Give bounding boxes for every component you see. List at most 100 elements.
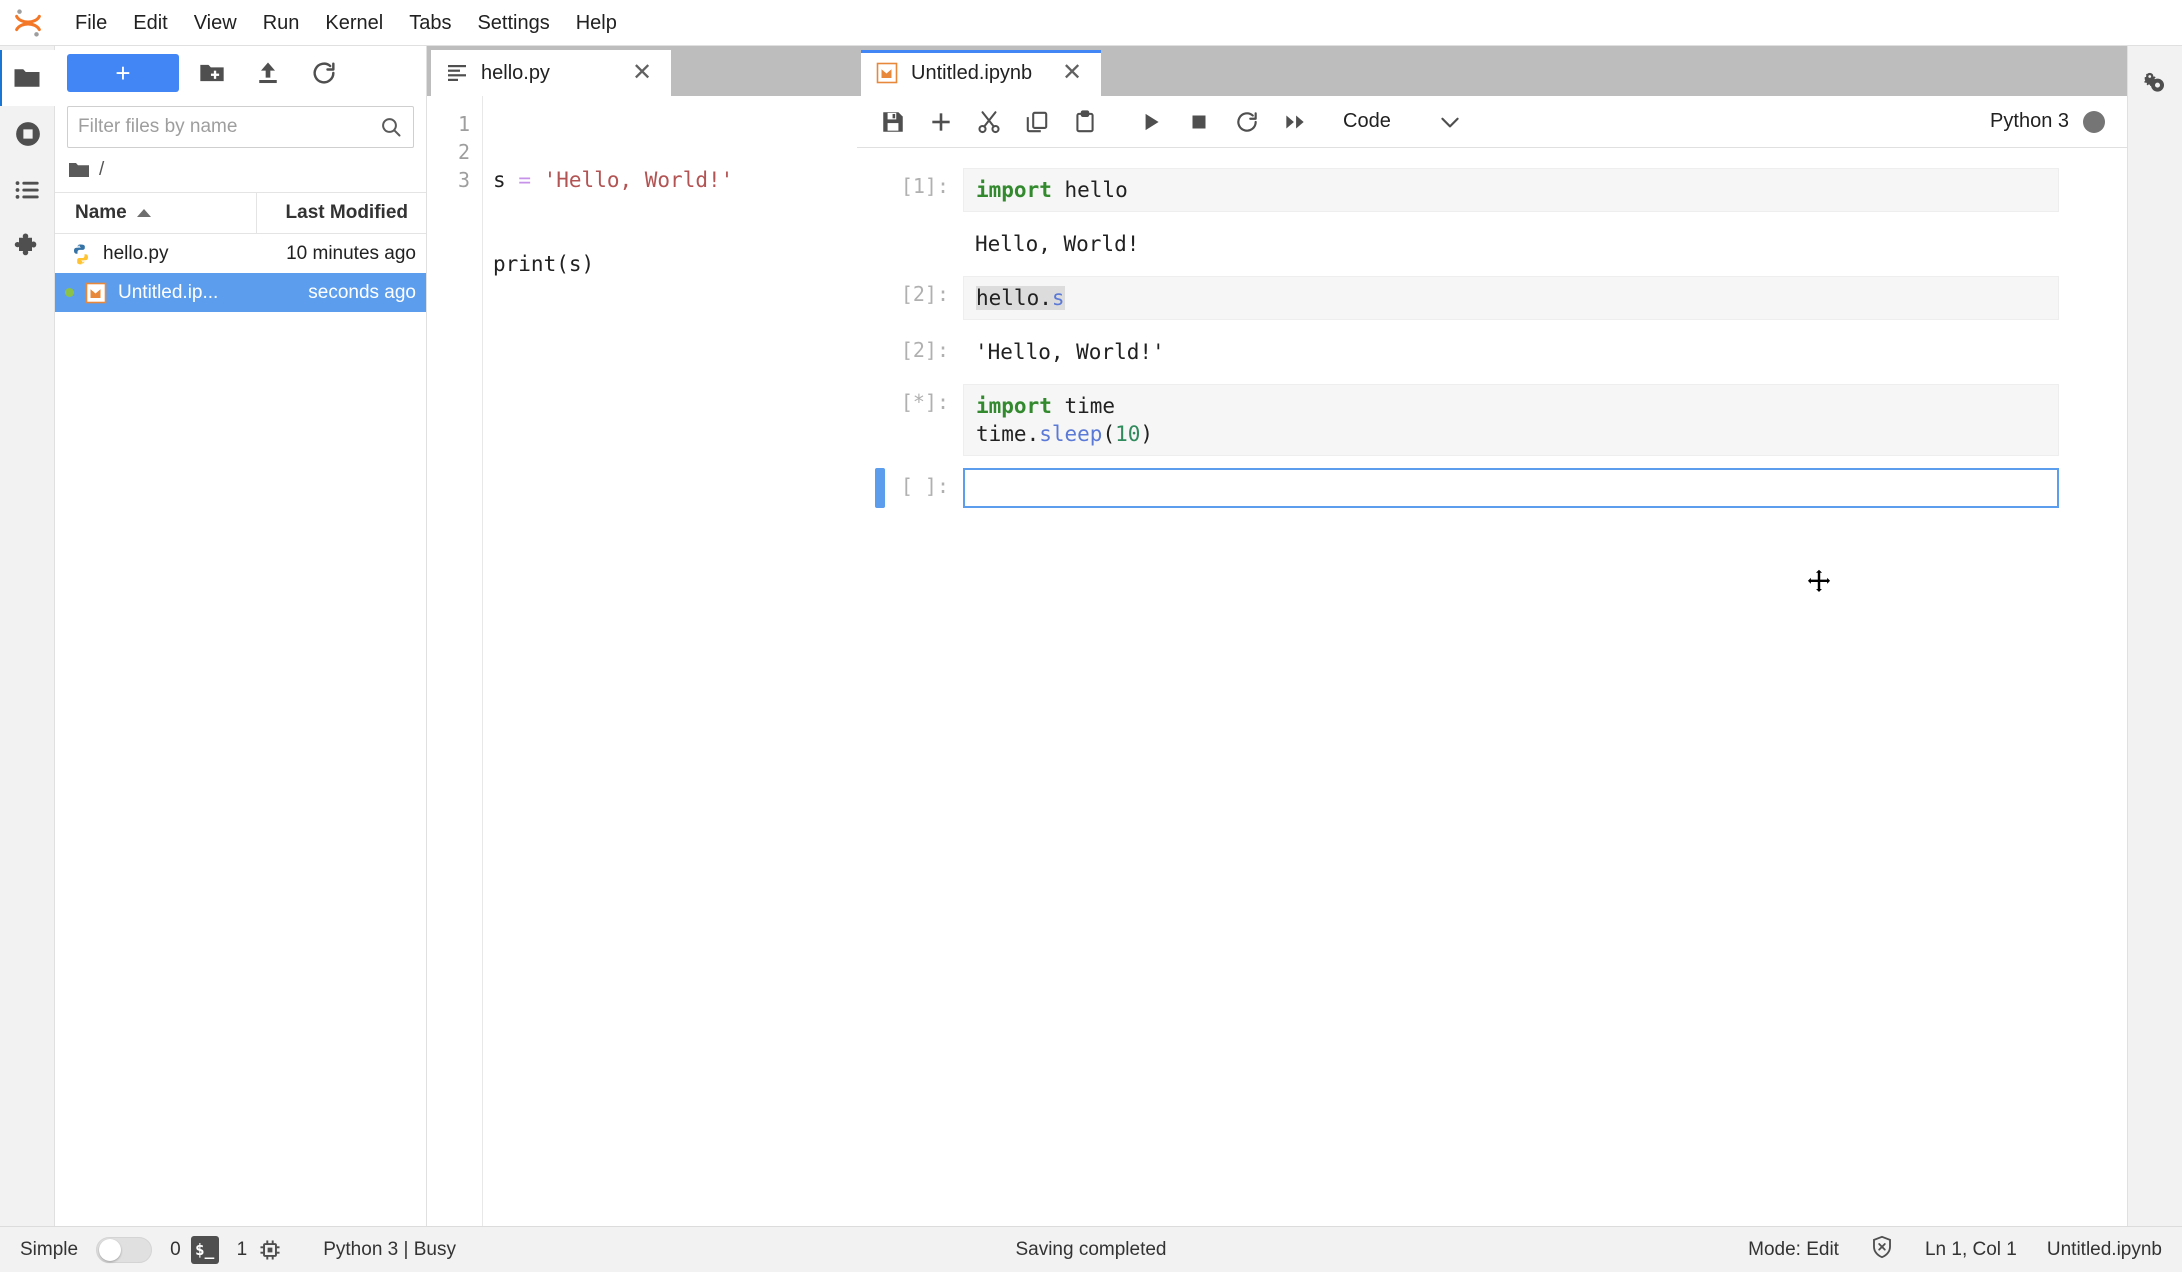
play-icon xyxy=(1138,109,1164,135)
mouse-cursor-move-icon xyxy=(1805,568,1833,596)
notebook-cells-area[interactable]: [1]: import hello Hello, World! [2]: xyxy=(857,148,2127,1226)
column-header-last-modified[interactable]: Last Modified xyxy=(256,193,416,233)
cut-cells-button[interactable] xyxy=(967,102,1011,142)
kernel-busy-dot[interactable] xyxy=(2083,111,2105,133)
sidebar-item-running[interactable] xyxy=(0,106,55,162)
output-prompt xyxy=(885,224,963,264)
kernel-indicator[interactable]: Python 3 xyxy=(1990,110,2113,133)
file-modified: 10 minutes ago xyxy=(246,243,416,265)
file-list-empty-space xyxy=(55,312,426,1226)
left-activity-bar xyxy=(0,46,55,1226)
jupyter-logo-icon xyxy=(8,3,48,43)
menu-edit[interactable]: Edit xyxy=(120,7,180,39)
right-activity-bar xyxy=(2127,46,2182,1226)
paste-cells-button[interactable] xyxy=(1063,102,1107,142)
file-browser-toolbar: + xyxy=(55,46,426,100)
notebook-toolbar: Code Python 3 xyxy=(857,96,2127,148)
breadcrumb-path[interactable]: / xyxy=(99,159,104,181)
menu-tabs[interactable]: Tabs xyxy=(396,7,464,39)
selected-text: hello. xyxy=(976,286,1052,310)
cell-input-editor-active[interactable] xyxy=(963,468,2059,508)
line-number: 2 xyxy=(427,138,470,166)
cell-prompt: [ ]: xyxy=(885,468,963,508)
notebook-body-wrap: Code Python 3 xyxy=(857,96,2127,1226)
number-token: 10 xyxy=(1115,422,1140,446)
editor-code-content[interactable]: s = 'Hello, World!' print(s) xyxy=(483,96,857,1226)
upload-button[interactable] xyxy=(245,54,291,92)
restart-kernel-button[interactable] xyxy=(1225,102,1269,142)
sidebar-item-commands[interactable] xyxy=(0,162,55,218)
new-folder-button[interactable] xyxy=(189,54,235,92)
status-bar-inner: Simple 0 $_ 1 Pyt xyxy=(20,1234,2162,1266)
kernel-status-text[interactable]: Python 3 | Busy xyxy=(323,1239,456,1261)
terminals-status[interactable]: 0 $_ xyxy=(170,1236,219,1264)
notebook-cell[interactable]: [1]: import hello xyxy=(857,162,2127,218)
cell-input-editor[interactable]: hello.s xyxy=(963,276,2059,320)
kernels-status[interactable]: 1 xyxy=(237,1237,284,1263)
line-number: 3 xyxy=(427,166,470,194)
menu-settings[interactable]: Settings xyxy=(464,7,562,39)
restart-icon xyxy=(1234,109,1260,135)
list-item[interactable]: hello.py 10 minutes ago xyxy=(55,234,426,273)
plus-icon xyxy=(928,109,954,135)
close-icon[interactable]: ✕ xyxy=(1059,60,1085,86)
code-editor[interactable]: 1 2 3 s = 'Hello, World!' print(s) xyxy=(427,96,857,1226)
cell-active-marker xyxy=(875,224,885,264)
menu-kernel[interactable]: Kernel xyxy=(312,7,396,39)
cell-prompt: [*]: xyxy=(885,384,963,456)
puzzle-piece-icon xyxy=(13,231,43,261)
search-input[interactable] xyxy=(78,116,379,138)
code-line-2: print(s) xyxy=(493,250,857,278)
simple-mode-toggle[interactable] xyxy=(96,1237,152,1263)
cursor-position[interactable]: Ln 1, Col 1 xyxy=(1925,1239,2017,1261)
commands-list-icon xyxy=(13,175,43,205)
cell-active-marker xyxy=(875,332,885,372)
run-cell-button[interactable] xyxy=(1129,102,1173,142)
close-icon[interactable]: ✕ xyxy=(629,60,655,86)
notebook-cell-active[interactable]: [ ]: xyxy=(857,462,2127,514)
interrupt-kernel-button[interactable] xyxy=(1177,102,1221,142)
new-launcher-button[interactable]: + xyxy=(67,54,179,92)
breadcrumb[interactable]: / xyxy=(55,148,426,192)
kernel-name: Python 3 xyxy=(1990,110,2069,133)
tab-hello-py[interactable]: hello.py ✕ xyxy=(431,50,671,96)
python-file-icon xyxy=(69,242,93,266)
menu-help[interactable]: Help xyxy=(563,7,630,39)
folder-icon xyxy=(67,158,91,182)
tab-untitled-ipynb[interactable]: Untitled.ipynb ✕ xyxy=(861,50,1101,96)
menu-file[interactable]: File xyxy=(62,7,120,39)
execute-result-output: 'Hello, World!' xyxy=(963,332,2059,372)
main-body: + xyxy=(0,46,2182,1226)
args-token: (s) xyxy=(556,252,594,276)
no-lsp-shield-icon[interactable] xyxy=(1869,1234,1895,1266)
cell-input-editor[interactable]: import time time.sleep(10) xyxy=(963,384,2059,456)
menu-view[interactable]: View xyxy=(181,7,250,39)
menu-run[interactable]: Run xyxy=(250,7,313,39)
cell-input-editor[interactable]: import hello xyxy=(963,168,2059,212)
notebook-cell[interactable]: [2]: hello.s xyxy=(857,270,2127,326)
list-item[interactable]: Untitled.ip... seconds ago xyxy=(55,273,426,312)
save-button[interactable] xyxy=(871,102,915,142)
insert-cell-button[interactable] xyxy=(919,102,963,142)
editor-panel: hello.py ✕ 1 2 3 s = 'Hello, World!' pr xyxy=(427,46,857,1226)
cell-type-dropdown[interactable]: Code xyxy=(1335,105,1471,139)
sidebar-item-property-inspector[interactable] xyxy=(2128,54,2182,110)
refresh-button[interactable] xyxy=(301,54,347,92)
column-header-name[interactable]: Name xyxy=(65,202,256,224)
operator-token: = xyxy=(518,168,531,192)
notebook-mode[interactable]: Mode: Edit xyxy=(1748,1239,1839,1261)
tab-label: hello.py xyxy=(481,62,550,85)
copy-cells-button[interactable] xyxy=(1015,102,1059,142)
terminal-icon[interactable]: $_ xyxy=(191,1236,219,1264)
file-filter-box[interactable] xyxy=(67,106,414,148)
notebook-file-icon xyxy=(84,281,108,305)
cell-active-marker xyxy=(875,468,885,508)
sidebar-item-file-browser[interactable] xyxy=(0,50,55,106)
notebook-cell[interactable]: [*]: import time time.sleep(10) xyxy=(857,378,2127,462)
sidebar-item-extensions[interactable] xyxy=(0,218,55,274)
column-header-name-label: Name xyxy=(75,202,127,224)
attribute-token: s xyxy=(1052,286,1065,310)
restart-run-all-button[interactable] xyxy=(1273,102,1317,142)
code-token: hello xyxy=(1052,178,1128,202)
cell-prompt: [1]: xyxy=(885,168,963,212)
